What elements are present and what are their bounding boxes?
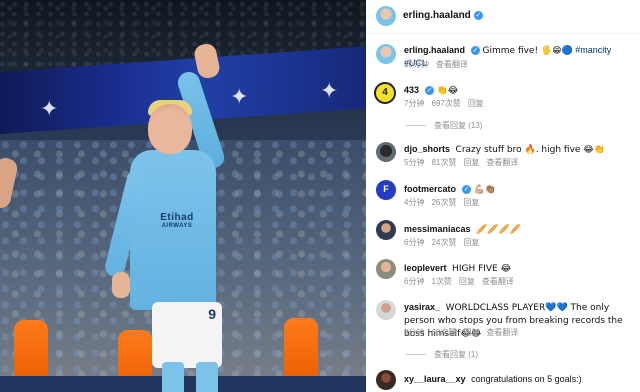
avatar[interactable] bbox=[376, 259, 396, 279]
likes-count[interactable]: 26次赞 bbox=[431, 198, 456, 207]
player-leg bbox=[196, 362, 218, 392]
player-leg bbox=[162, 362, 184, 392]
shorts-number: 9 bbox=[208, 306, 216, 322]
post-photo[interactable]: ✦ ✦ ✦ Etihad AIRWAYS 9 bbox=[0, 0, 366, 392]
verified-icon: ✓ bbox=[462, 185, 472, 195]
likes-count[interactable]: 68次赞 bbox=[431, 328, 456, 337]
avatar[interactable] bbox=[376, 6, 396, 26]
translate-link[interactable]: 查看翻译 bbox=[436, 60, 468, 69]
header-username[interactable]: erling.haaland ✓ bbox=[403, 10, 483, 21]
comment-username[interactable]: 433 bbox=[404, 85, 419, 95]
avatar[interactable] bbox=[376, 142, 396, 162]
verified-icon: ✓ bbox=[425, 86, 435, 96]
comment-username[interactable]: djo_shorts bbox=[404, 144, 450, 154]
comment-username[interactable]: footmercato bbox=[404, 184, 456, 194]
comment-username[interactable]: yasirax_ bbox=[404, 302, 440, 312]
reply-link[interactable]: 回复 bbox=[468, 99, 484, 108]
translate-link[interactable]: 查看翻译 bbox=[482, 277, 514, 286]
reply-link[interactable]: 回复 bbox=[463, 198, 479, 207]
likes-count[interactable]: 24次赞 bbox=[431, 238, 456, 247]
star-icon: ✦ bbox=[40, 96, 59, 121]
reply-link[interactable]: 回复 bbox=[459, 277, 475, 286]
comments-panel: erling.haaland ✓ erling.haaland ✓ Gimme fi… bbox=[366, 0, 640, 392]
avatar[interactable] bbox=[376, 370, 396, 390]
avatar[interactable] bbox=[376, 44, 396, 64]
likes-count[interactable]: 697次赞 bbox=[431, 99, 460, 108]
player-shorts: 9 bbox=[152, 302, 222, 368]
translate-link[interactable]: 查看翻译 bbox=[486, 328, 518, 337]
avatar[interactable] bbox=[376, 220, 396, 240]
caption-meta: 10分钟 查看翻译 bbox=[404, 60, 468, 69]
likes-count[interactable]: 81次赞 bbox=[431, 158, 456, 167]
translate-link[interactable]: 查看翻译 bbox=[486, 158, 518, 167]
view-replies-link[interactable]: 查看回复 (1) bbox=[406, 349, 478, 360]
avatar[interactable]: F bbox=[376, 180, 396, 200]
star-icon: ✦ bbox=[320, 78, 339, 103]
reply-link[interactable]: 回复 bbox=[463, 158, 479, 167]
player-head bbox=[148, 104, 192, 154]
comment-username[interactable]: messimaniacas bbox=[404, 224, 471, 234]
comment-username[interactable]: leoplevert bbox=[404, 263, 447, 273]
caption-username[interactable]: erling.haaland bbox=[404, 45, 465, 55]
comment-username[interactable]: xy__laura__xy bbox=[404, 374, 466, 384]
avatar[interactable] bbox=[376, 300, 396, 320]
likes-count[interactable]: 1次赞 bbox=[431, 277, 451, 286]
reply-link[interactable]: 回复 bbox=[463, 328, 479, 337]
verified-icon: ✓ bbox=[473, 10, 483, 20]
post-header: erling.haaland ✓ bbox=[366, 0, 640, 34]
verified-icon: ✓ bbox=[471, 46, 481, 56]
lowered-hand bbox=[112, 272, 130, 298]
view-replies-link[interactable]: 查看回复 (13) bbox=[406, 120, 482, 131]
player-figure: Etihad AIRWAYS 9 bbox=[102, 40, 240, 392]
reply-link[interactable]: 回复 bbox=[463, 238, 479, 247]
avatar[interactable]: 4 bbox=[374, 82, 396, 104]
shirt-sponsor: Etihad AIRWAYS bbox=[160, 212, 194, 229]
